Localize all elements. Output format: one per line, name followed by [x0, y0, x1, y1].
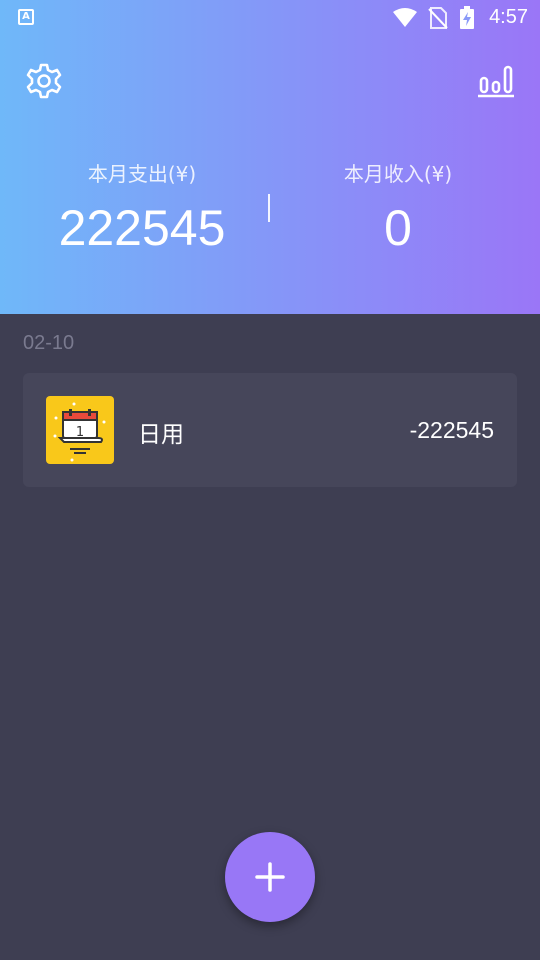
record-amount: -222545	[409, 417, 494, 443]
expense-value: 222545	[58, 200, 226, 256]
add-record-button[interactable]	[225, 832, 315, 922]
record-date: 02-10	[23, 332, 75, 354]
list-item[interactable]: 1 日用 -222545	[23, 373, 517, 487]
wifi-icon	[393, 8, 417, 27]
income-value: 0	[384, 200, 412, 256]
summary-header: A 4:57 本月支出(¥) 222545 本月收入(¥) 0	[0, 0, 540, 314]
status-bar: A 4:57	[0, 0, 540, 36]
expense-summary: 本月支出(¥) 222545	[7, 158, 277, 257]
record-category-label: 日用	[138, 422, 184, 448]
status-time: 4:57	[489, 6, 528, 28]
income-summary: 本月收入(¥) 0	[263, 158, 533, 257]
gear-icon[interactable]	[26, 63, 62, 99]
bar-chart-icon[interactable]	[478, 64, 514, 98]
no-sim-icon	[428, 7, 448, 29]
income-label: 本月收入(¥)	[343, 162, 453, 186]
plus-icon	[255, 862, 285, 892]
calendar-icon: 1	[46, 396, 114, 464]
battery-charging-icon	[460, 6, 474, 29]
app-indicator-icon: A	[18, 9, 34, 25]
expense-label: 本月支出(¥)	[87, 162, 197, 186]
